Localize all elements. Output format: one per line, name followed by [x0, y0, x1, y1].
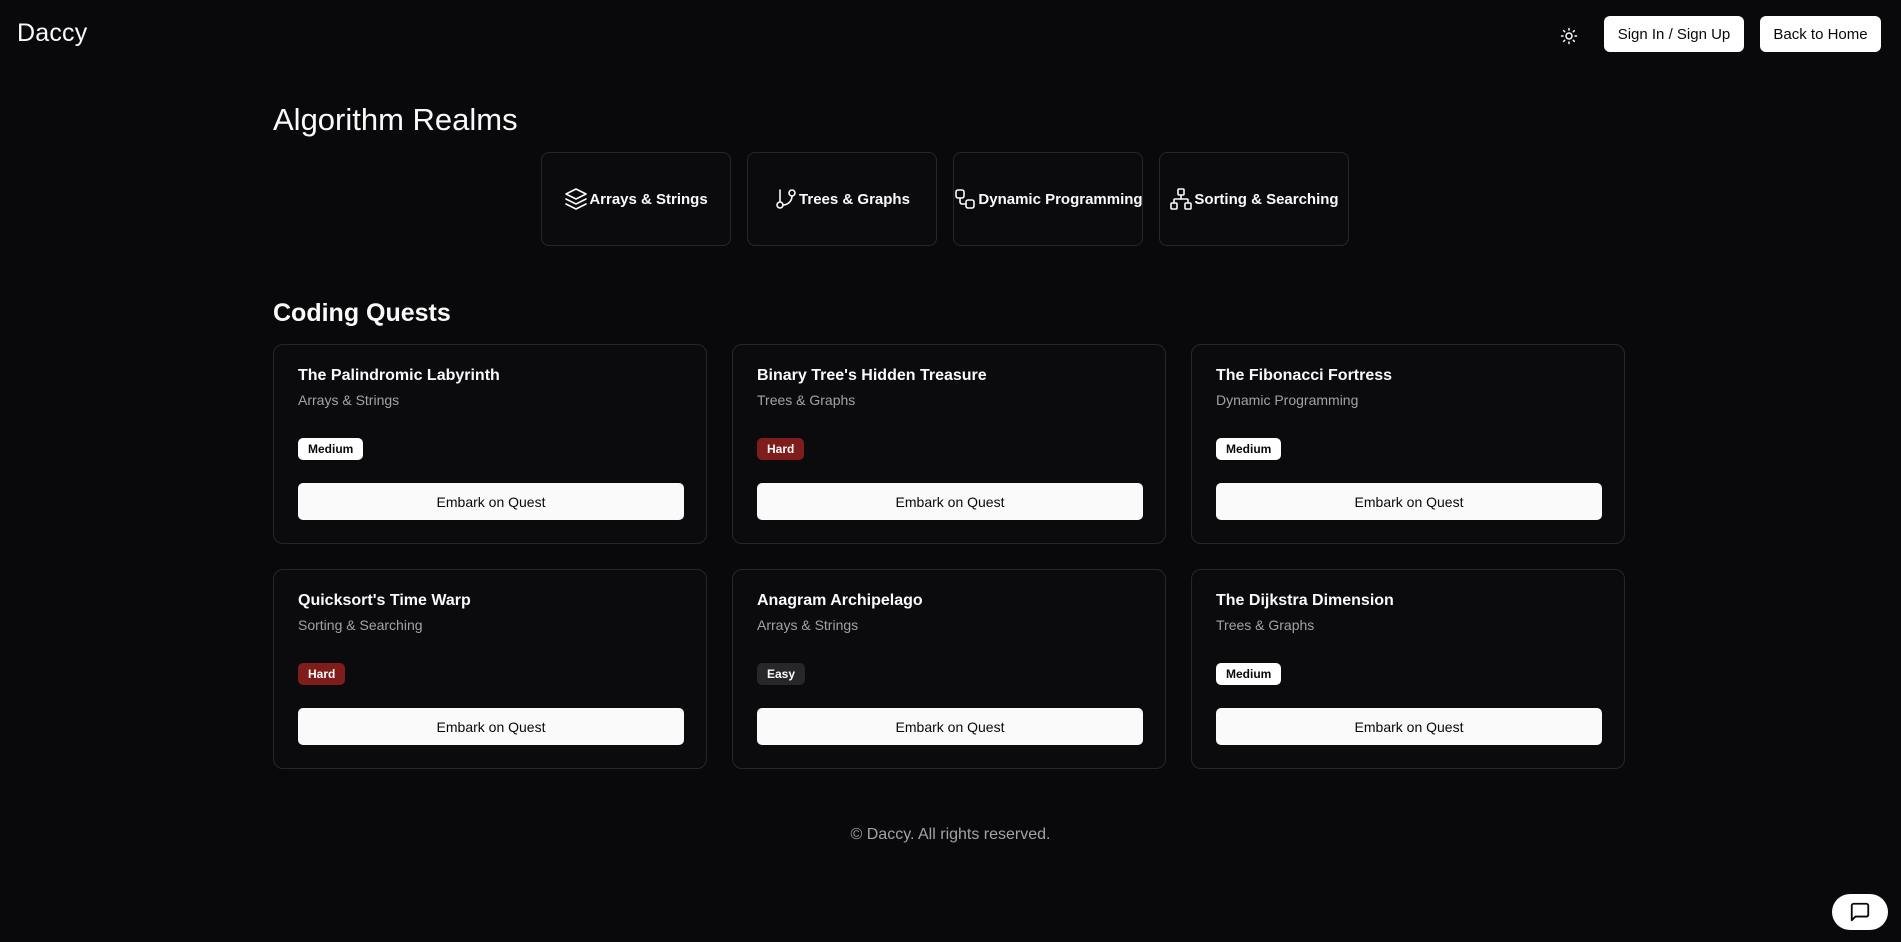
quest-title: Binary Tree's Hidden Treasure [757, 367, 987, 384]
quest-category: Sorting & Searching [298, 617, 423, 633]
quest-grid: The Palindromic Labyrinth Arrays & Strin… [273, 344, 1625, 769]
quest-category: Arrays & Strings [298, 392, 400, 408]
embark-button[interactable]: Embark on Quest [757, 483, 1143, 520]
workflow-icon [953, 187, 977, 211]
sign-in-button[interactable]: Sign In / Sign Up [1604, 16, 1744, 52]
quest-card: The Palindromic Labyrinth Arrays & Strin… [273, 344, 707, 544]
message-square-icon [1850, 902, 1870, 922]
embark-button[interactable]: Embark on Quest [1216, 708, 1602, 745]
top-header: Daccy Sign In / Sign Up Back to Home [0, 0, 1901, 70]
embark-button[interactable]: Embark on Quest [757, 708, 1143, 745]
brand-logo[interactable]: Daccy [17, 19, 87, 48]
embark-button[interactable]: Embark on Quest [1216, 483, 1602, 520]
quest-title: The Fibonacci Fortress [1216, 367, 1393, 384]
difficulty-badge: Medium [1216, 663, 1282, 685]
difficulty-badge: Easy [757, 663, 806, 685]
difficulty-badge: Medium [298, 438, 364, 460]
git-branch-icon [774, 187, 798, 211]
quest-category: Trees & Graphs [757, 392, 856, 408]
theme-toggle-button[interactable] [1555, 22, 1583, 50]
embark-button[interactable]: Embark on Quest [298, 708, 684, 745]
quest-title: The Palindromic Labyrinth [298, 367, 500, 384]
embark-button[interactable]: Embark on Quest [298, 483, 684, 520]
realm-trees-graphs[interactable]: Trees & Graphs [747, 152, 937, 246]
realm-dynamic-programming[interactable]: Dynamic Programming [953, 152, 1143, 246]
quests-title: Coding Quests [273, 299, 451, 327]
quest-category: Dynamic Programming [1216, 392, 1359, 408]
quest-card: The Dijkstra Dimension Trees & Graphs Me… [1191, 569, 1625, 769]
quest-card: Quicksort's Time Warp Sorting & Searchin… [273, 569, 707, 769]
quest-card: Anagram Archipelago Arrays & Strings Eas… [732, 569, 1166, 769]
realm-arrays-strings[interactable]: Arrays & Strings [541, 152, 731, 246]
realm-label: Arrays & Strings [589, 190, 708, 208]
quest-category: Arrays & Strings [757, 617, 859, 633]
network-icon [1169, 187, 1193, 211]
realm-list: Arrays & Strings Trees & Graphs Dynamic … [541, 152, 1349, 246]
quest-title: Anagram Archipelago [757, 592, 923, 609]
realm-label: Sorting & Searching [1194, 190, 1339, 208]
difficulty-badge: Hard [298, 663, 346, 685]
sun-icon [1560, 27, 1578, 45]
back-to-home-button[interactable]: Back to Home [1760, 16, 1881, 52]
realm-sorting-searching[interactable]: Sorting & Searching [1159, 152, 1349, 246]
quest-category: Trees & Graphs [1216, 617, 1315, 633]
footer-copyright: © Daccy. All rights reserved. [850, 826, 1051, 843]
realm-label: Dynamic Programming [978, 190, 1143, 208]
chat-button[interactable] [1832, 894, 1888, 930]
realms-title: Algorithm Realms [273, 102, 518, 137]
quest-title: Quicksort's Time Warp [298, 592, 471, 609]
quest-title: The Dijkstra Dimension [1216, 592, 1394, 609]
difficulty-badge: Medium [1216, 438, 1282, 460]
layers-icon [564, 187, 588, 211]
quest-card: Binary Tree's Hidden Treasure Trees & Gr… [732, 344, 1166, 544]
quest-card: The Fibonacci Fortress Dynamic Programmi… [1191, 344, 1625, 544]
realm-label: Trees & Graphs [799, 190, 910, 208]
difficulty-badge: Hard [757, 438, 805, 460]
